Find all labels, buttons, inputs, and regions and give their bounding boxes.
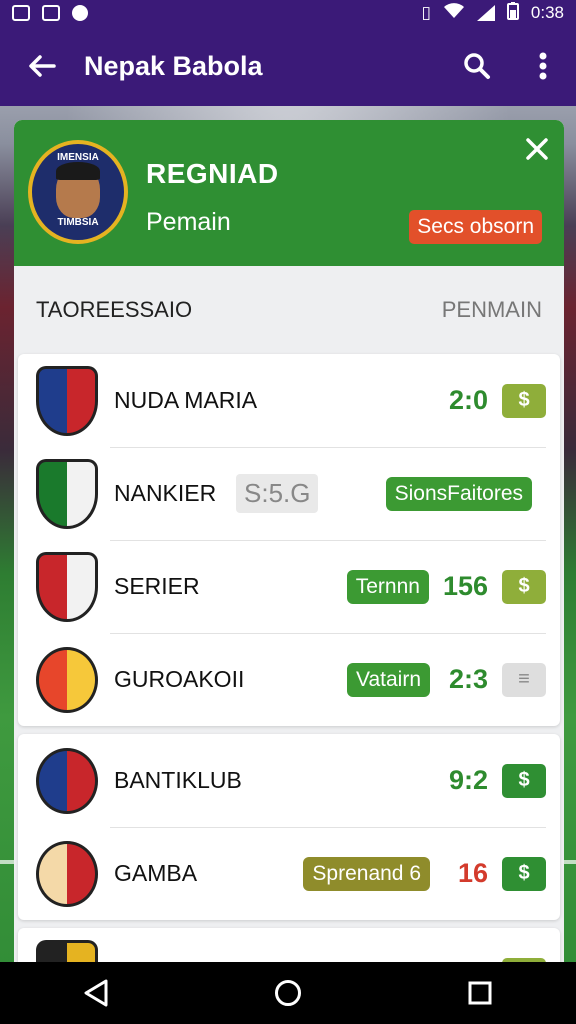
team-row[interactable]: NUDA MARIA 2:0 $ bbox=[18, 354, 560, 447]
subheader-right: PENMAIN bbox=[441, 297, 542, 322]
close-icon bbox=[526, 138, 548, 160]
team-row[interactable]: SERIER Ternnn 156 $ bbox=[18, 540, 560, 633]
match-score: 9:2 bbox=[448, 765, 488, 795]
search-button[interactable] bbox=[444, 26, 510, 106]
square-recents-icon bbox=[468, 981, 492, 1005]
status-left-icons bbox=[12, 5, 88, 21]
arrow-left-icon bbox=[29, 55, 56, 77]
team-crest-icon bbox=[36, 747, 98, 814]
app-title: Nepak Babola bbox=[84, 50, 263, 81]
coin-icon-button[interactable]: $ bbox=[502, 856, 546, 891]
status-right-icons: ▯ 0:38 bbox=[421, 1, 564, 25]
team-name: NUDA MARIA bbox=[114, 387, 258, 413]
team-row[interactable]: NANKIER S:5.G SionsFaitores bbox=[18, 447, 560, 540]
team-row[interactable]: GUROAKOII Vatairn 2:3 ≡ bbox=[18, 633, 560, 726]
player-role: Pemain bbox=[146, 208, 231, 236]
nav-back-button[interactable] bbox=[66, 963, 126, 1023]
player-panel: IMENSIA TIMBSIA REGNIAD Pemain Secs obso… bbox=[14, 120, 564, 970]
player-name: REGNIAD bbox=[146, 158, 279, 189]
team-name: BANTIKLUB bbox=[114, 767, 242, 793]
wifi-icon bbox=[443, 2, 465, 24]
team-crest-icon bbox=[36, 551, 98, 622]
match-score: 156 bbox=[442, 571, 488, 601]
search-icon bbox=[464, 53, 490, 79]
app-bar: Nepak Babola bbox=[0, 26, 576, 106]
app-notification-icon bbox=[72, 5, 88, 21]
match-score: 16 bbox=[457, 858, 488, 888]
team-crest-icon bbox=[36, 840, 98, 907]
nav-home-button[interactable] bbox=[258, 963, 318, 1023]
clock: 0:38 bbox=[530, 3, 564, 22]
system-nav-bar bbox=[0, 962, 576, 1024]
close-button[interactable] bbox=[526, 136, 548, 166]
coin-icon-button[interactable]: $ bbox=[502, 763, 546, 798]
player-header: IMENSIA TIMBSIA REGNIAD Pemain Secs obso… bbox=[14, 120, 564, 266]
team-row[interactable]: GAMBA Sprenand 6 16 $ bbox=[18, 827, 560, 920]
overflow-menu-button[interactable] bbox=[510, 26, 576, 106]
player-face bbox=[56, 162, 100, 218]
image-notification-icon bbox=[12, 5, 30, 21]
status-badge: Sprenand 6 bbox=[303, 856, 430, 891]
signal-icon bbox=[476, 5, 495, 21]
menu-icon-button[interactable]: ≡ bbox=[502, 662, 546, 697]
news-notification-icon bbox=[42, 5, 60, 21]
team-crest-icon bbox=[36, 646, 98, 713]
team-crest-icon bbox=[36, 458, 98, 529]
team-name: GUROAKOII bbox=[114, 666, 245, 692]
nav-recents-button[interactable] bbox=[450, 963, 510, 1023]
team-crest-icon bbox=[36, 365, 98, 436]
vibrate-icon: ▯ bbox=[421, 3, 431, 22]
team-group: NUDA MARIA 2:0 $ NANKIER S:5.G SionsFaitores S… bbox=[18, 354, 560, 726]
circle-home-icon bbox=[275, 980, 301, 1006]
match-score: 2:0 bbox=[448, 385, 488, 415]
triangle-back-icon bbox=[84, 979, 108, 1007]
team-name: SERIER bbox=[114, 573, 200, 599]
team-row[interactable]: BANTIKLUB 9:2 $ bbox=[18, 734, 560, 827]
match-score: 2:3 bbox=[448, 664, 488, 694]
subheader-left: TAOREESSAIO bbox=[36, 297, 193, 322]
status-badge: Ternnn bbox=[346, 569, 429, 604]
crest-bottom-text: TIMBSIA bbox=[57, 217, 99, 228]
player-avatar: IMENSIA TIMBSIA bbox=[28, 140, 128, 244]
coin-icon-button[interactable]: $ bbox=[502, 383, 546, 418]
cta-button[interactable]: Secs obsorn bbox=[409, 210, 542, 244]
team-list: NUDA MARIA 2:0 $ NANKIER S:5.G SionsFaitores S… bbox=[14, 354, 564, 970]
status-badge: SionsFaitores bbox=[385, 476, 532, 511]
battery-icon bbox=[506, 1, 519, 25]
ghost-score: S:5.G bbox=[236, 474, 319, 513]
team-name: GAMBA bbox=[114, 860, 198, 886]
status-badge: Vatairn bbox=[347, 662, 430, 697]
list-subheader: TAOREESSAIO PENMAIN bbox=[14, 266, 564, 354]
status-bar: ▯ 0:38 bbox=[0, 0, 576, 26]
coin-icon-button[interactable]: $ bbox=[502, 569, 546, 604]
more-vert-icon bbox=[539, 52, 547, 80]
team-group: BANTIKLUB 9:2 $ GAMBA Sprenand 6 16 $ bbox=[18, 734, 560, 920]
back-button[interactable] bbox=[0, 26, 84, 106]
